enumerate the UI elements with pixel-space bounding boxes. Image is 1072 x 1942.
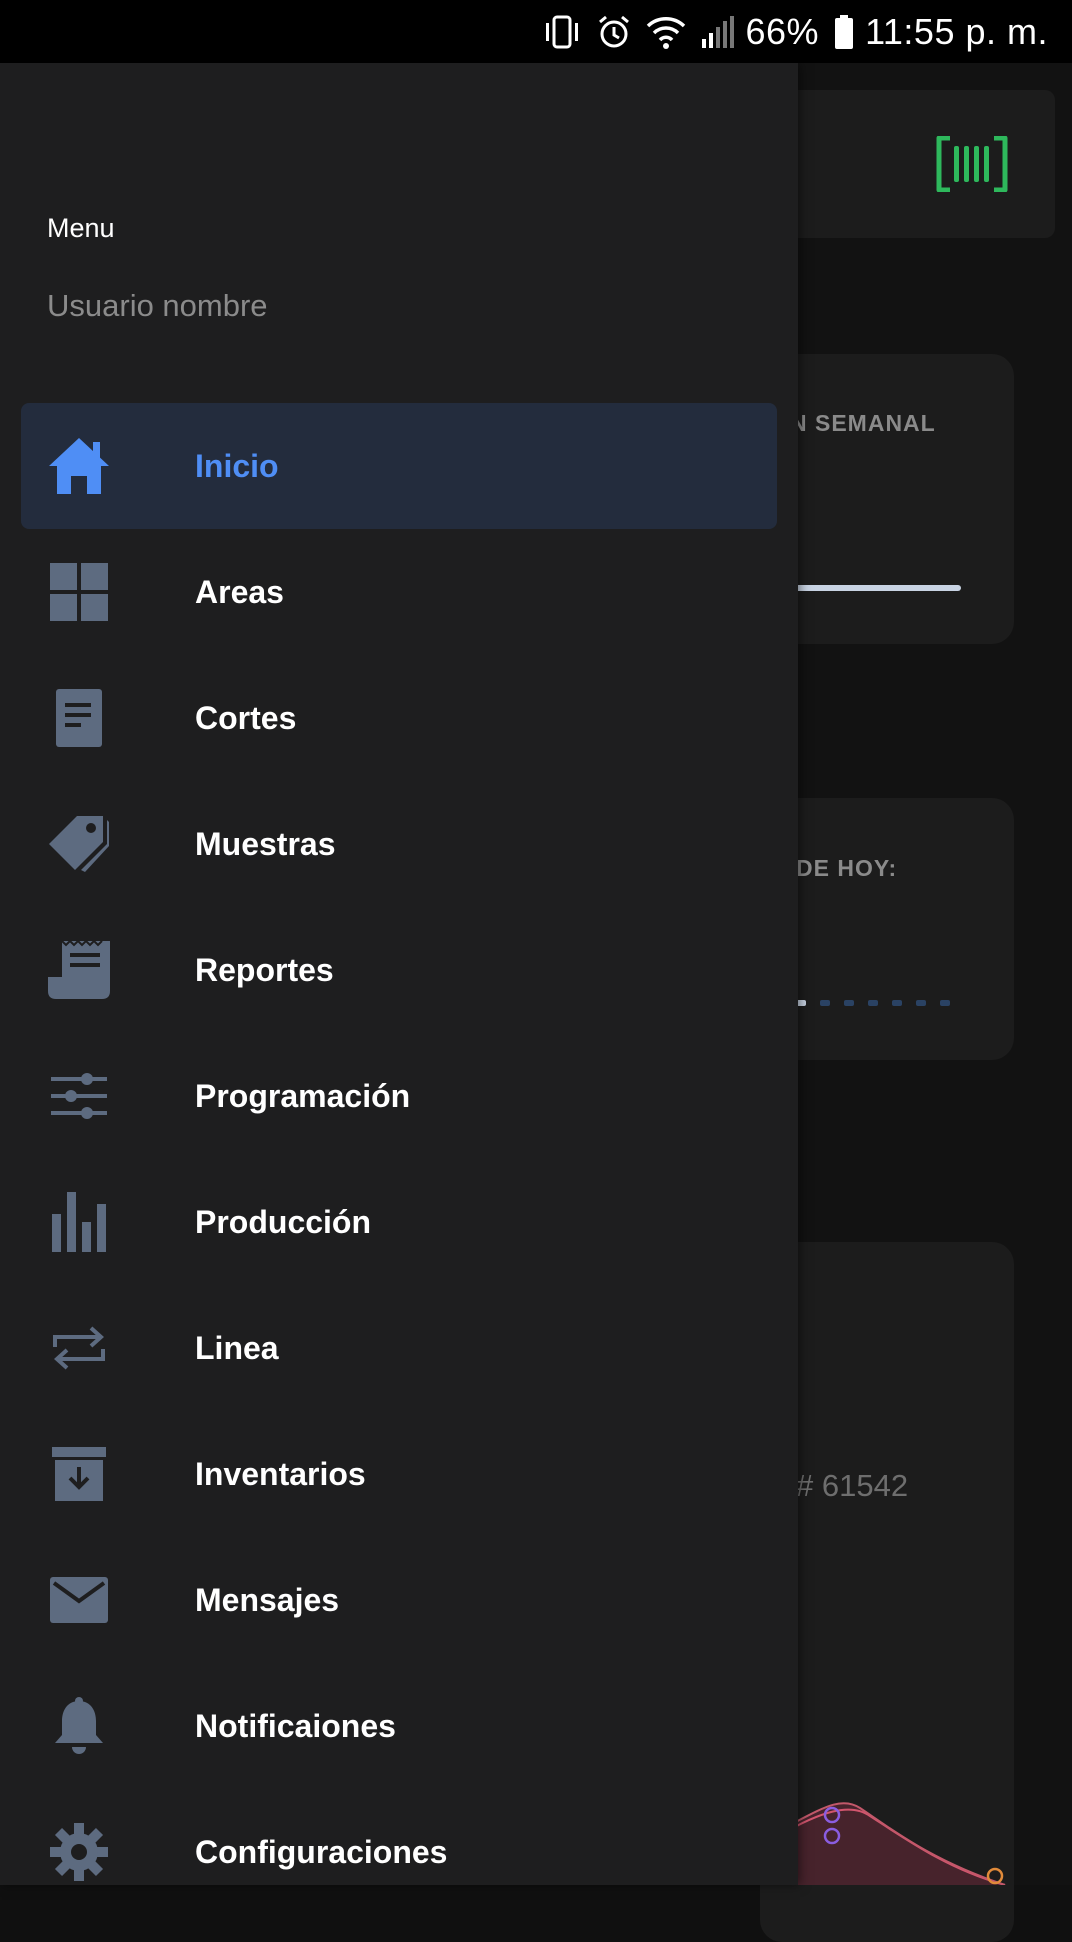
archive-icon xyxy=(47,1442,111,1506)
nav-item-cortes[interactable]: Cortes xyxy=(21,655,777,781)
status-bar: 66% 11:55 p. m. xyxy=(0,0,1072,63)
battery-icon xyxy=(833,14,855,50)
battery-percent: 66% xyxy=(745,10,820,52)
nav-label: Linea xyxy=(195,1329,279,1366)
clock: 11:55 p. m. xyxy=(865,10,1048,52)
nav-label: Programación xyxy=(195,1077,411,1114)
document-icon xyxy=(47,686,111,750)
mail-icon xyxy=(47,1568,111,1632)
nav-item-areas[interactable]: Areas xyxy=(21,529,777,655)
nav-label: Muestras xyxy=(195,825,336,862)
nav-item-programacion[interactable]: Programación xyxy=(21,1033,777,1159)
receipt-icon xyxy=(47,938,111,1002)
nav-item-configuraciones[interactable]: Configuraciones xyxy=(21,1789,777,1915)
nav-label: Producción xyxy=(195,1203,372,1240)
nav-item-inventarios[interactable]: Inventarios xyxy=(21,1411,777,1537)
alarm-icon xyxy=(596,14,632,50)
home-icon xyxy=(47,434,111,498)
sliders-icon xyxy=(47,1064,111,1128)
nav-label: Notificaiones xyxy=(195,1707,396,1744)
user-name: Usuario nombre xyxy=(47,288,268,323)
nav-item-reportes[interactable]: Reportes xyxy=(21,907,777,1033)
navigation-drawer: Menu Usuario nombre Inicio Areas Cortes xyxy=(0,63,798,1885)
nav-label: Areas xyxy=(195,573,284,610)
gear-icon xyxy=(47,1820,111,1884)
nav-item-mensajes[interactable]: Mensajes xyxy=(21,1537,777,1663)
repeat-icon xyxy=(47,1316,111,1380)
bar-chart-icon xyxy=(47,1190,111,1254)
nav-item-notificaciones[interactable]: Notificaiones xyxy=(21,1663,777,1789)
nav-item-linea[interactable]: Linea xyxy=(21,1285,777,1411)
grid-icon xyxy=(47,560,111,624)
nav-label: Reportes xyxy=(195,951,334,988)
drawer-header: Menu Usuario nombre xyxy=(47,213,268,324)
vibrate-icon xyxy=(542,14,582,50)
tag-icon xyxy=(47,812,111,876)
nav-item-produccion[interactable]: Producción xyxy=(21,1159,777,1285)
drawer-title: Menu xyxy=(47,213,115,243)
bell-icon xyxy=(47,1694,111,1758)
nav-label: Inventarios xyxy=(195,1455,366,1492)
nav-label: Cortes xyxy=(195,699,297,736)
nav-item-muestras[interactable]: Muestras xyxy=(21,781,777,907)
signal-icon xyxy=(700,15,736,49)
nav-label: Configuraciones xyxy=(195,1833,448,1870)
drawer-nav: Inicio Areas Cortes Muestras Reportes Pr… xyxy=(21,403,777,1915)
nav-item-inicio[interactable]: Inicio xyxy=(21,403,777,529)
nav-label: Inicio xyxy=(195,447,279,484)
nav-label: Mensajes xyxy=(195,1581,340,1618)
wifi-icon xyxy=(646,15,686,49)
